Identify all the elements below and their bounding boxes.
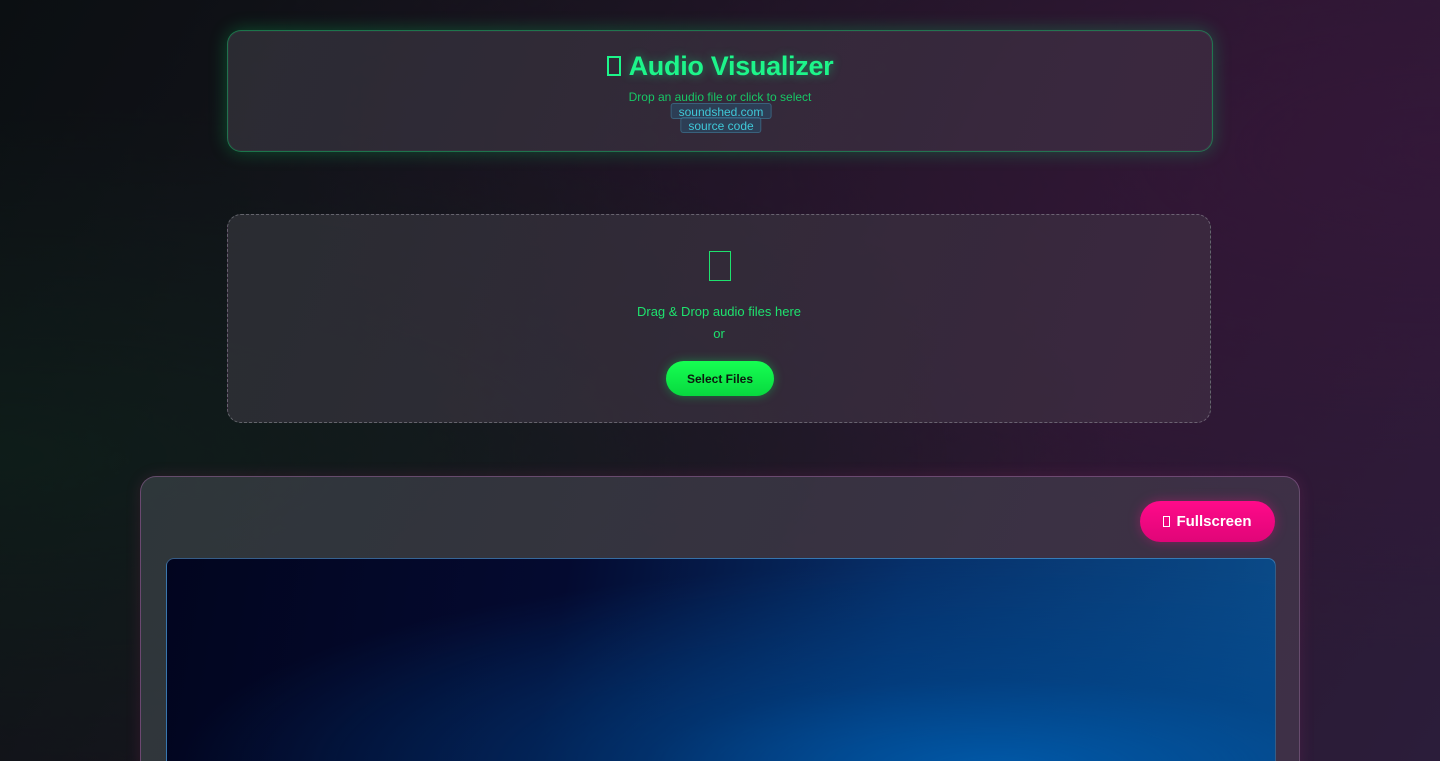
drop-zone-or: or (713, 326, 725, 341)
visualizer-canvas[interactable] (166, 558, 1276, 761)
header-card: Audio Visualizer Drop an audio file or c… (227, 30, 1213, 152)
subtitle: Drop an audio file or click to select (628, 90, 812, 104)
visualizer-card: Fullscreen (140, 476, 1300, 761)
source-code-link[interactable]: source code (680, 117, 762, 133)
fullscreen-button[interactable]: Fullscreen (1140, 501, 1275, 542)
music-note-icon (606, 56, 621, 76)
page-title-text: Audio Visualizer (628, 51, 834, 81)
fullscreen-label: Fullscreen (1176, 513, 1252, 530)
page-title: Audio Visualizer (228, 51, 1212, 82)
drop-zone[interactable]: Drag & Drop audio files here or Select F… (227, 214, 1211, 423)
music-note-icon (709, 251, 731, 281)
expand-icon (1163, 516, 1171, 527)
select-files-button[interactable]: Select Files (666, 361, 774, 396)
drop-zone-text: Drag & Drop audio files here (636, 304, 802, 319)
